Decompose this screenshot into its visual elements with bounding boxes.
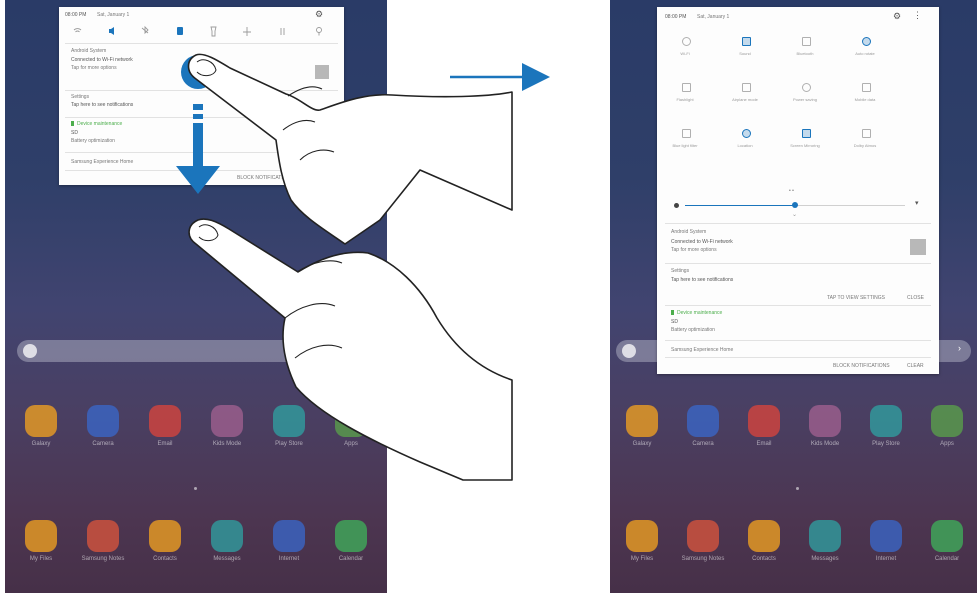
gesture-overlay — [176, 53, 550, 481]
upper-pointing-hand — [187, 53, 513, 245]
lower-pointing-hand — [188, 218, 513, 481]
transition-arrow-icon — [450, 63, 550, 91]
